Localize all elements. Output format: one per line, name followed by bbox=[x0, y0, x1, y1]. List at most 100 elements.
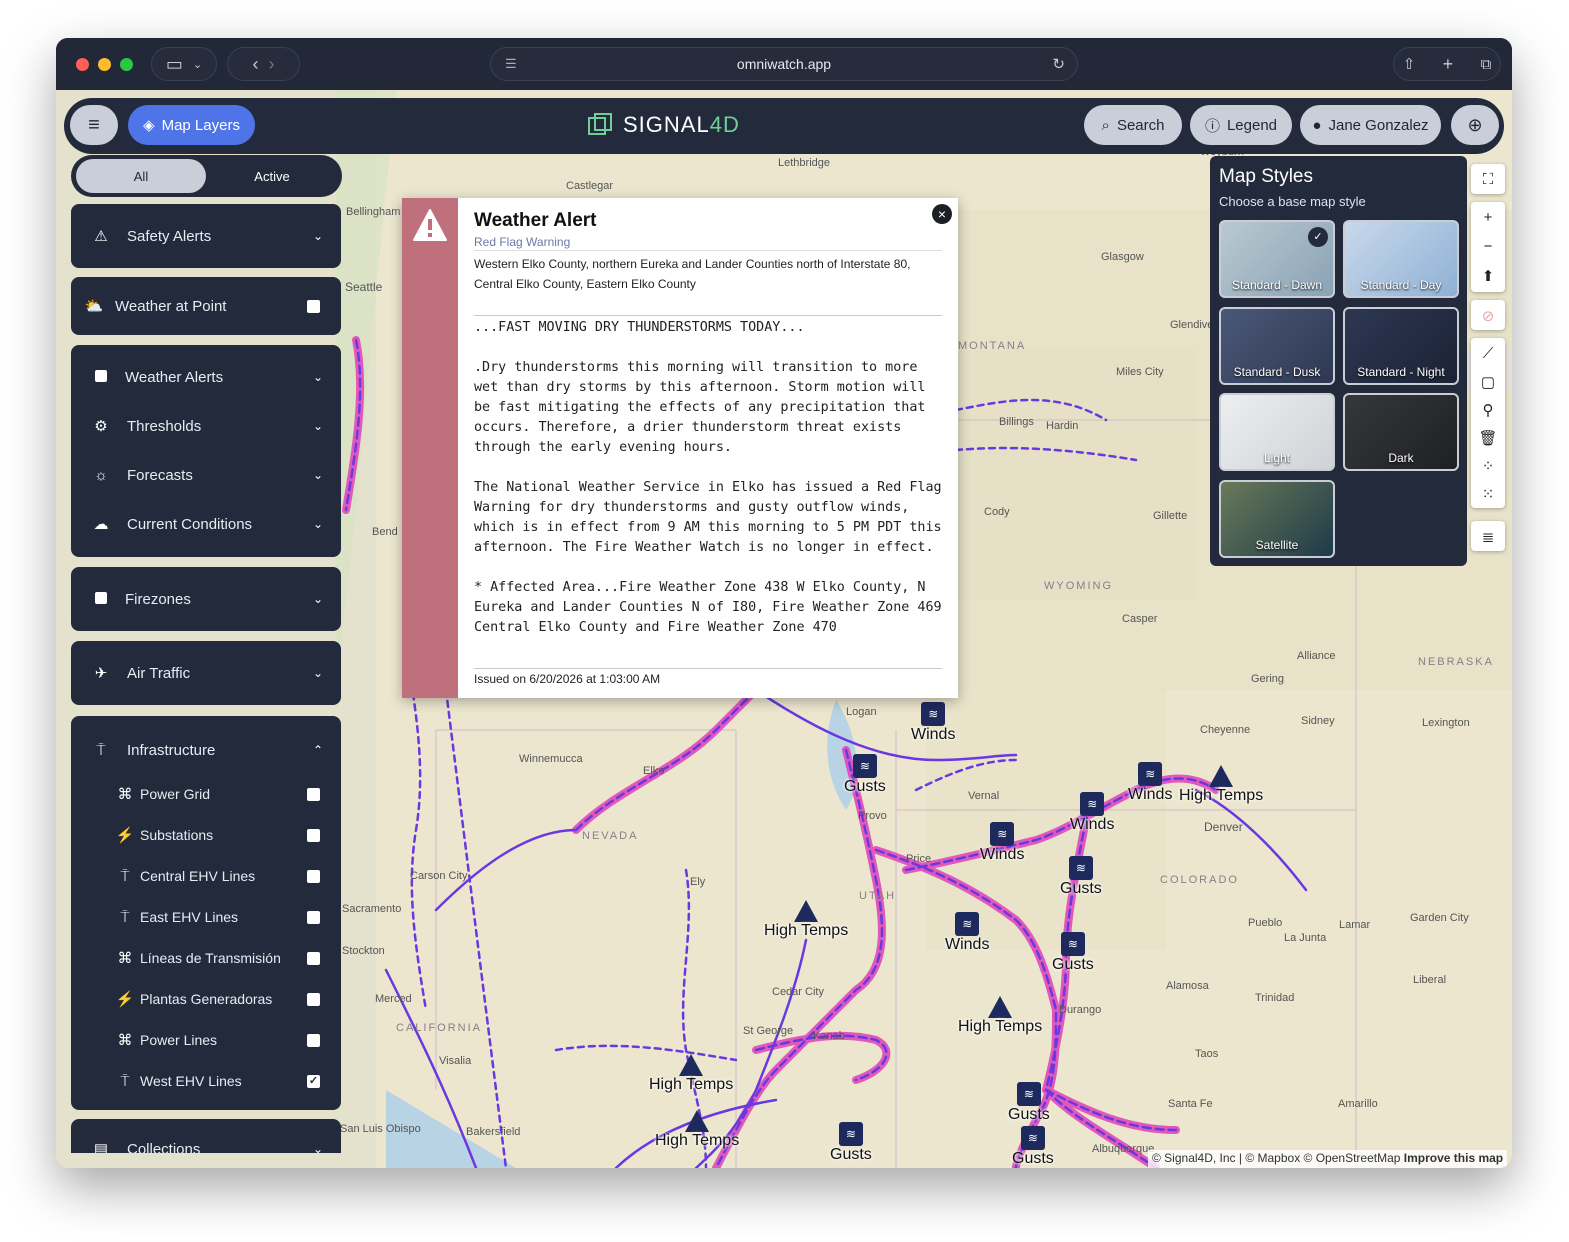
legend-button[interactable]: ⓘ Legend bbox=[1190, 105, 1292, 145]
power-grid-checkbox[interactable] bbox=[307, 787, 320, 801]
map-label: Alamosa bbox=[1166, 980, 1209, 992]
style-light[interactable]: Light bbox=[1219, 393, 1335, 471]
style-standard-dawn[interactable]: ✓ Standard - Dawn bbox=[1219, 220, 1335, 298]
thresholds-row[interactable]: ⚙ Thresholds ⌄ bbox=[71, 404, 341, 448]
firezones-row[interactable]: Firezones ⌄ bbox=[71, 577, 341, 621]
zoom-in-icon[interactable]: + bbox=[1471, 203, 1505, 232]
fullscreen-icon[interactable]: ⛶ bbox=[1471, 165, 1505, 194]
wind-marker[interactable]: ≋ Winds bbox=[945, 912, 989, 954]
power-lines-checkbox[interactable] bbox=[307, 1033, 320, 1047]
page-settings-icon[interactable]: ☰ bbox=[505, 56, 517, 72]
map-layers-button[interactable]: ◈ Map Layers bbox=[128, 105, 255, 145]
compass-icon[interactable]: ⬆ bbox=[1471, 261, 1505, 290]
style-dark[interactable]: Dark bbox=[1343, 393, 1459, 471]
alert-description[interactable]: ...FAST MOVING DRY THUNDERSTORMS TODAY..… bbox=[474, 318, 948, 664]
layer-substations[interactable]: ⚡ Substations bbox=[71, 813, 341, 857]
wind-marker[interactable]: ≋ Gusts bbox=[830, 1122, 872, 1164]
chevron-down-icon: ⌄ bbox=[312, 666, 323, 680]
substations-checkbox[interactable] bbox=[307, 828, 320, 842]
style-standard-dusk[interactable]: Standard - Dusk bbox=[1219, 307, 1335, 385]
filter-all-tab[interactable]: All bbox=[76, 159, 206, 193]
plantas-generadoras-checkbox[interactable] bbox=[307, 992, 320, 1006]
draw-line-icon[interactable]: ⟋ bbox=[1471, 339, 1505, 368]
wind-marker[interactable]: ≋ Gusts bbox=[1012, 1126, 1054, 1168]
close-window-icon[interactable] bbox=[76, 58, 89, 71]
language-button[interactable]: ⊕ bbox=[1451, 105, 1499, 145]
style-satellite[interactable]: Satellite bbox=[1219, 480, 1335, 558]
wind-marker[interactable]: ≋ Winds bbox=[1070, 792, 1114, 834]
layers-icon: ◈ bbox=[143, 117, 155, 134]
address-bar[interactable]: ☰ omniwatch.app ↻ bbox=[490, 47, 1078, 81]
forward-icon[interactable]: › bbox=[269, 54, 275, 75]
warning-marker[interactable]: High Temps bbox=[655, 1110, 739, 1150]
map-label: Stockton bbox=[342, 945, 385, 957]
map-label: Denver bbox=[1204, 820, 1243, 834]
marker-pin-icon[interactable]: ⚲ bbox=[1471, 395, 1505, 424]
draw-polygon-icon[interactable]: ▢ bbox=[1471, 367, 1505, 396]
wind-marker[interactable]: ≋ Winds bbox=[1128, 762, 1172, 804]
firezones-checkbox[interactable] bbox=[91, 591, 111, 608]
layer-west-ehv[interactable]: ⍑ West EHV Lines ✓ bbox=[71, 1059, 341, 1103]
sidebar-toggle-button[interactable]: ▭ ⌄ bbox=[151, 47, 217, 81]
zoom-out-icon[interactable]: − bbox=[1471, 232, 1505, 261]
warning-marker[interactable]: High Temps bbox=[1179, 765, 1263, 805]
warning-marker[interactable]: High Temps bbox=[649, 1054, 733, 1094]
uncombine-icon[interactable]: ⁙ bbox=[1471, 479, 1505, 508]
menu-button[interactable]: ≡ bbox=[70, 105, 118, 145]
layer-power-lines[interactable]: ⌘ Power Lines bbox=[71, 1018, 341, 1062]
layers-icon[interactable]: ≣ bbox=[1471, 522, 1505, 551]
user-menu-button[interactable]: ● Jane Gonzalez bbox=[1300, 105, 1441, 145]
layer-east-ehv[interactable]: ⍑ East EHV Lines bbox=[71, 895, 341, 939]
geolocate-disabled-icon[interactable]: ⊘ bbox=[1471, 301, 1505, 330]
infrastructure-row[interactable]: ⍑ Infrastructure ⌃ bbox=[71, 728, 341, 772]
lineas-transmision-checkbox[interactable] bbox=[307, 951, 320, 965]
filter-active-tab[interactable]: Active bbox=[207, 159, 337, 193]
wind-marker[interactable]: ≋ Gusts bbox=[1060, 856, 1102, 898]
warning-marker[interactable]: High Temps bbox=[764, 900, 848, 940]
weather-alert-popup: × Weather Alert Red Flag Warning Western… bbox=[402, 198, 958, 698]
search-button[interactable]: ⌕ Search bbox=[1084, 105, 1182, 145]
close-alert-button[interactable]: × bbox=[932, 204, 952, 224]
east-ehv-checkbox[interactable] bbox=[307, 910, 320, 924]
style-standard-night[interactable]: Standard - Night bbox=[1343, 307, 1459, 385]
trash-icon[interactable]: 🗑 bbox=[1471, 423, 1505, 452]
combine-icon[interactable]: ⁘ bbox=[1471, 451, 1505, 480]
layer-lineas-transmision[interactable]: ⌘ Líneas de Transmisión bbox=[71, 936, 341, 980]
wind-icon: ≋ bbox=[1080, 792, 1105, 816]
layer-plantas-generadoras[interactable]: ⚡ Plantas Generadoras bbox=[71, 977, 341, 1021]
maximize-window-icon[interactable] bbox=[120, 58, 133, 71]
wind-marker[interactable]: ≋ Gusts bbox=[1052, 932, 1094, 974]
collections-row[interactable]: ▤ Collections ⌄ bbox=[71, 1127, 341, 1154]
back-icon[interactable]: ‹ bbox=[253, 54, 259, 75]
wind-icon: ≋ bbox=[838, 1122, 863, 1146]
safety-alerts-row[interactable]: ⚠ Safety Alerts ⌄ bbox=[71, 214, 341, 258]
map-label: Price bbox=[906, 853, 932, 865]
weather-alerts-row[interactable]: Weather Alerts ⌄ bbox=[71, 355, 341, 399]
current-conditions-row[interactable]: ☁ Current Conditions ⌄ bbox=[71, 502, 341, 546]
west-ehv-checkbox[interactable]: ✓ bbox=[307, 1074, 320, 1088]
weather-at-point-row[interactable]: ⛅ Weather at Point bbox=[71, 284, 341, 328]
style-standard-day[interactable]: Standard - Day bbox=[1343, 220, 1459, 298]
layer-power-grid[interactable]: ⌘ Power Grid bbox=[71, 772, 341, 816]
tabs-overview-icon[interactable]: ⧉ bbox=[1481, 56, 1492, 73]
divider bbox=[474, 668, 942, 669]
share-icon[interactable]: ⇧ bbox=[1403, 55, 1416, 73]
wind-marker[interactable]: ≋ Winds bbox=[980, 822, 1024, 864]
reload-icon[interactable]: ↻ bbox=[1052, 55, 1065, 73]
weather-alerts-checkbox[interactable] bbox=[91, 369, 111, 386]
power-grid-icon: ⌘ bbox=[117, 786, 133, 803]
wind-marker[interactable]: ≋ Gusts bbox=[1008, 1082, 1050, 1124]
wind-marker[interactable]: ≋ Winds bbox=[911, 702, 955, 744]
weather-at-point-checkbox[interactable] bbox=[307, 299, 320, 313]
layer-central-ehv[interactable]: ⍑ Central EHV Lines bbox=[71, 854, 341, 898]
map-label: Logan bbox=[846, 706, 877, 718]
minimize-window-icon[interactable] bbox=[98, 58, 111, 71]
forecasts-row[interactable]: ☼ Forecasts ⌄ bbox=[71, 453, 341, 497]
new-tab-icon[interactable]: + bbox=[1443, 54, 1454, 75]
air-traffic-row[interactable]: ✈ Air Traffic ⌄ bbox=[71, 651, 341, 695]
improve-map-link[interactable]: Improve this map bbox=[1404, 1151, 1503, 1165]
central-ehv-checkbox[interactable] bbox=[307, 869, 320, 883]
wind-marker[interactable]: ≋ Gusts bbox=[844, 754, 886, 796]
warning-marker[interactable]: High Temps bbox=[958, 996, 1042, 1036]
chevron-up-icon: ⌃ bbox=[312, 743, 323, 757]
